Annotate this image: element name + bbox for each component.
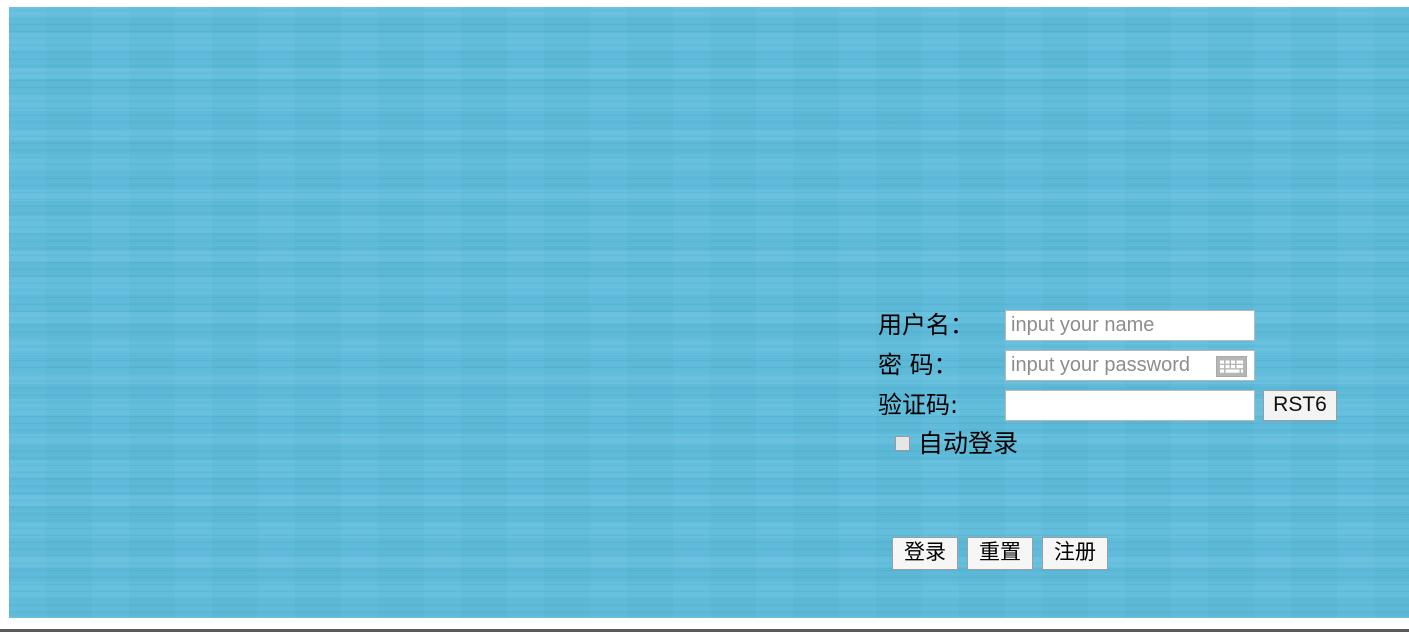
form-actions: 登录 重置 注册	[878, 537, 1378, 570]
auto-login-row: 自动登录	[878, 425, 1378, 462]
auto-login-checkbox[interactable]	[895, 436, 910, 451]
login-form: 用户名： 密 码：	[878, 305, 1378, 570]
username-label: 用户名：	[878, 311, 974, 339]
captcha-label: 验证码:	[878, 391, 959, 419]
password-input-wrap	[1005, 349, 1255, 381]
username-row: 用户名：	[878, 305, 1378, 345]
page-frame: 用户名： 密 码：	[0, 0, 1409, 635]
username-input[interactable]	[1005, 309, 1255, 341]
viewport-bottom-rule	[0, 629, 1409, 632]
password-label: 密 码：	[878, 351, 958, 379]
captcha-input-wrap	[1005, 389, 1255, 421]
captcha-code-button[interactable]: RST6	[1263, 389, 1337, 421]
register-button[interactable]: 注册	[1042, 537, 1108, 570]
captcha-row: 验证码: RST6	[878, 385, 1378, 425]
login-button[interactable]: 登录	[892, 537, 958, 570]
login-background: 用户名： 密 码：	[9, 7, 1409, 618]
auto-login-label[interactable]: 自动登录	[918, 429, 1018, 458]
keyboard-icon[interactable]	[1216, 355, 1247, 377]
username-input-wrap	[1005, 309, 1255, 341]
password-row: 密 码：	[878, 345, 1378, 385]
reset-button[interactable]: 重置	[967, 537, 1033, 570]
captcha-input[interactable]	[1005, 389, 1255, 421]
